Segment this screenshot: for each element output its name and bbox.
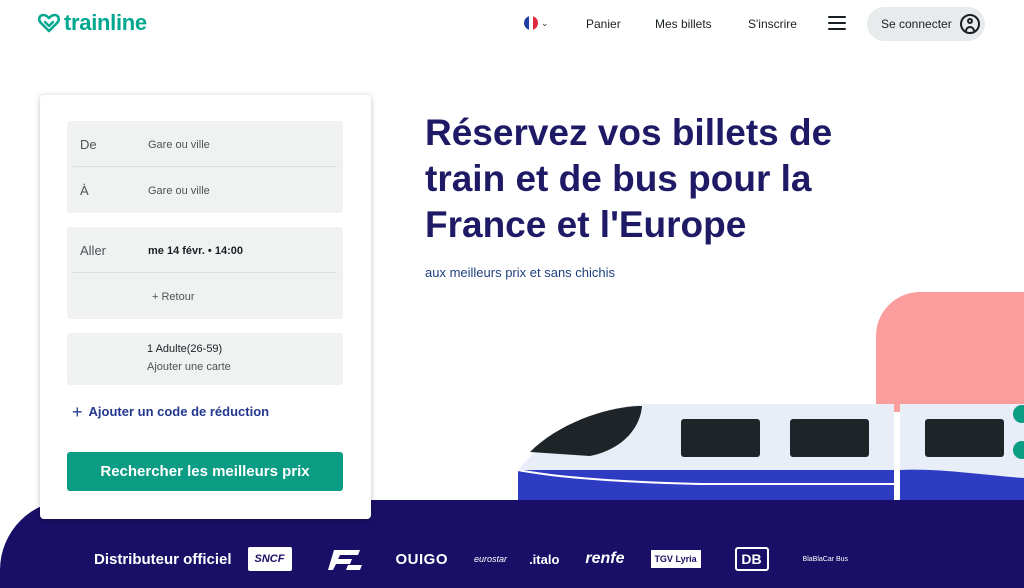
hamburger-menu-icon[interactable] — [828, 16, 846, 30]
trainline-logo[interactable]: trainline — [38, 10, 147, 36]
hero-title: Réservez vos billets de train et de bus … — [425, 112, 833, 245]
search-form-card: De Gare ou ville À Gare ou ville Aller m… — [40, 95, 371, 519]
from-label: De — [80, 137, 97, 152]
return-date-field[interactable]: + Retour — [67, 273, 343, 319]
route-fields: De Gare ou ville À Gare ou ville — [67, 121, 343, 213]
nav-sinscrire[interactable]: S'inscrire — [748, 17, 797, 31]
passengers-field[interactable]: 1 Adulte(26-59) Ajouter une carte — [67, 333, 343, 385]
db-logo: DB — [734, 547, 769, 571]
plus-icon: + — [72, 401, 83, 422]
search-button[interactable]: Rechercher les meilleurs prix — [67, 452, 343, 491]
to-label: À — [80, 183, 89, 198]
language-selector[interactable]: ⌄ — [524, 16, 549, 30]
passengers-value: 1 Adulte(26-59) — [147, 343, 223, 355]
partners-row: Distributeur officiel SNCF OUIGO eurosta… — [94, 546, 848, 572]
outbound-date-value[interactable]: me 14 févr. • 14:00 — [148, 245, 243, 257]
add-promo-code-button[interactable]: + Ajouter un code de réduction — [72, 401, 270, 422]
nav-mes-billets[interactable]: Mes billets — [655, 17, 712, 31]
renfe-logo: renfe — [585, 550, 625, 567]
ouigo-logo: OUIGO — [395, 550, 449, 568]
partners-label: Distributeur officiel — [94, 550, 232, 568]
heart-logo-icon — [38, 13, 60, 33]
top-bar: trainline ⌄ Panier Mes billets S'inscrir… — [0, 0, 1024, 48]
sign-in-button[interactable]: Se connecter — [867, 7, 985, 41]
sncf-logo: SNCF — [247, 547, 292, 571]
outbound-label: Aller — [80, 243, 107, 258]
add-railcard-link[interactable]: Ajouter une carte — [147, 361, 231, 373]
eurostar-logo: eurostar — [474, 554, 508, 564]
blablacar-bus-logo: BlaBlaCar Bus — [802, 555, 849, 563]
hero-subtitle: aux meilleurs prix et sans chichis — [425, 265, 616, 280]
outbound-date-field[interactable]: Aller me 14 févr. • 14:00 — [67, 227, 343, 273]
france-flag-icon — [524, 16, 538, 30]
trenitalia-logo — [326, 546, 366, 572]
italo-logo: .italo — [529, 551, 560, 567]
promo-code-label: Ajouter un code de réduction — [88, 404, 270, 419]
tgv-lyria-logo: TGV Lyria — [650, 550, 701, 568]
nav-panier[interactable]: Panier — [586, 17, 621, 31]
user-circle-icon — [959, 14, 980, 34]
add-return-link[interactable]: + Retour — [152, 291, 195, 303]
from-input[interactable]: Gare ou ville — [148, 139, 210, 151]
brand-name: trainline — [64, 10, 147, 35]
chevron-down-icon: ⌄ — [541, 17, 549, 28]
from-field[interactable]: De Gare ou ville — [67, 121, 343, 167]
decorative-pink-shape — [876, 292, 1024, 412]
to-field[interactable]: À Gare ou ville — [67, 167, 343, 213]
to-input[interactable]: Gare ou ville — [148, 185, 210, 197]
sign-in-label: Se connecter — [881, 17, 952, 31]
date-fields: Aller me 14 févr. • 14:00 + Retour — [67, 227, 343, 319]
